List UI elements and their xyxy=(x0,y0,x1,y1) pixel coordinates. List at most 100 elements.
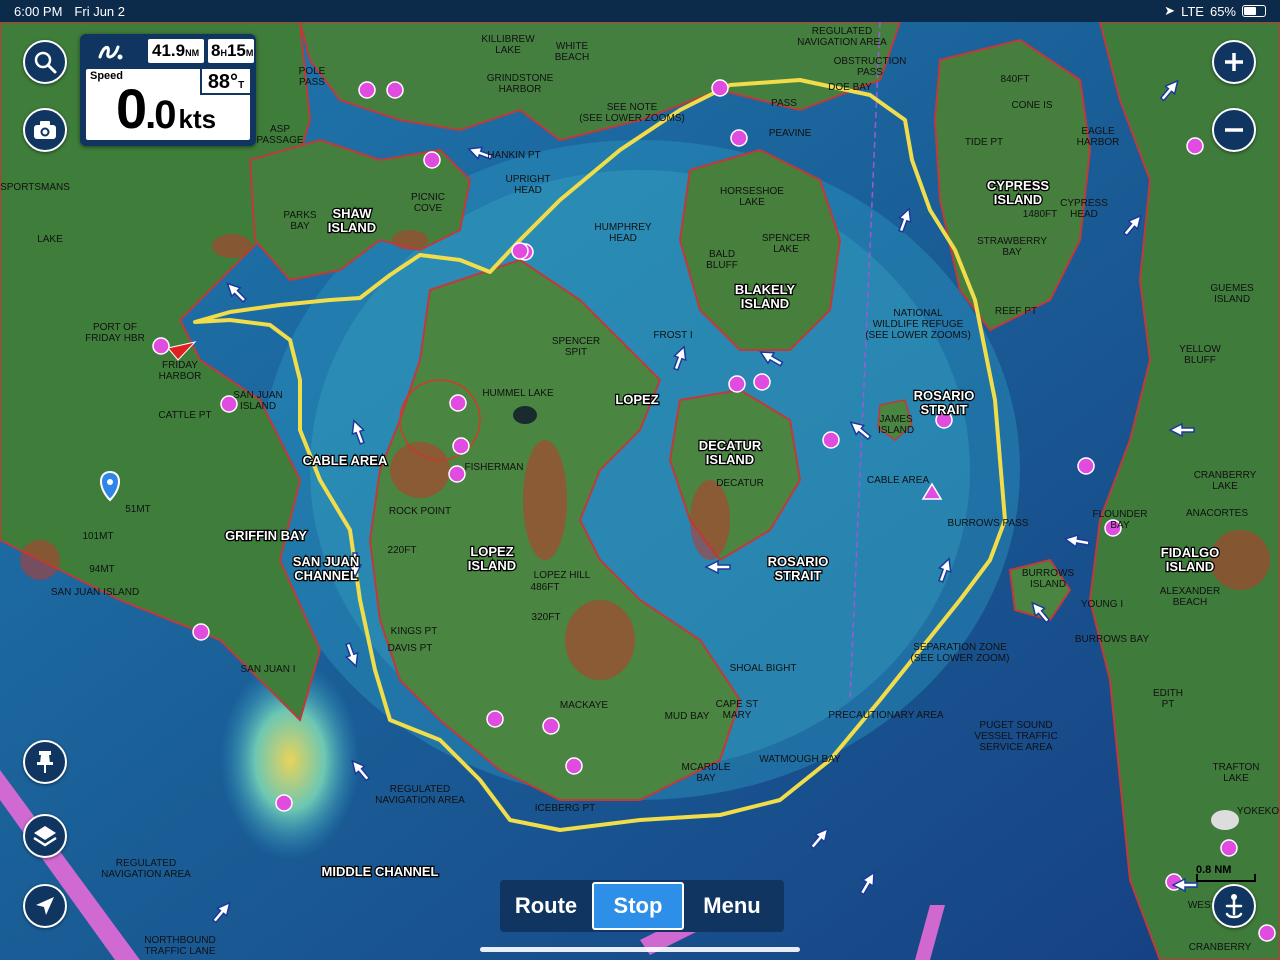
chart-label: REEF PT xyxy=(995,306,1037,317)
battery-percent: 65% xyxy=(1209,3,1236,19)
chart-label: KINGS PT xyxy=(391,626,438,637)
chart-label: SAN JUAN I xyxy=(240,664,295,675)
marina-marker xyxy=(1186,137,1204,155)
distance-unit: NM xyxy=(185,48,200,58)
scale-value: 0.8 xyxy=(1196,864,1212,876)
shoal-patch xyxy=(523,440,567,560)
chart-label: 486FT xyxy=(531,582,560,593)
heading-value: 88° xyxy=(207,71,239,93)
camera-button[interactable] xyxy=(23,108,67,152)
chart-label: FROST I xyxy=(653,330,692,341)
chart-label: PUGET SOUND VESSEL TRAFFIC SERVICE AREA xyxy=(974,720,1057,753)
heading-readout: 88°T xyxy=(200,69,250,95)
hummel-lake xyxy=(513,406,537,424)
chart-label: 101MT xyxy=(82,531,113,542)
chart-label: HANKIN PT xyxy=(487,150,540,161)
chart-label: 320FT xyxy=(532,612,561,623)
chart-label: YOKEKO xyxy=(1237,806,1279,817)
battery-icon xyxy=(1242,5,1266,17)
status-date: Fri Jun 2 xyxy=(74,3,125,19)
speed-box: Speed 0.0 kts 88°T xyxy=(86,69,250,140)
marina-marker xyxy=(542,717,560,735)
anchor-person-icon xyxy=(1225,894,1243,919)
chart-label: SAN JUAN ISLAND xyxy=(51,587,139,598)
speed-unit: kts xyxy=(178,104,217,134)
speed-dec: .0 xyxy=(145,93,176,137)
chart-label: JAMES ISLAND xyxy=(878,414,914,436)
chart-label: TIDE PT xyxy=(965,137,1003,148)
chart-label: PICNIC COVE xyxy=(411,192,445,214)
anchor-person-button[interactable] xyxy=(1212,884,1256,928)
pin-button[interactable] xyxy=(23,740,67,784)
chart-label: SHOAL BIGHT xyxy=(730,663,797,674)
chart-label: 51MT xyxy=(125,504,151,515)
chart-label: 1480FT xyxy=(1023,209,1057,220)
marina-marker xyxy=(192,623,210,641)
marina-marker xyxy=(753,373,771,391)
navionics-logo-icon xyxy=(98,45,123,60)
layers-button[interactable] xyxy=(23,814,67,858)
chart-label: SEPARATION ZONE (SEE LOWER ZOOM) xyxy=(911,642,1010,664)
home-indicator[interactable] xyxy=(480,947,800,952)
chart-label: ANACORTES xyxy=(1186,508,1248,519)
chart-label: DECATUR xyxy=(716,478,764,489)
trafton-lake xyxy=(1211,810,1239,830)
zoom-out-icon xyxy=(1225,128,1243,132)
distance-readout: 41.9NM xyxy=(148,39,204,63)
speed-int: 0 xyxy=(116,77,147,140)
chart-label: DAVIS PT xyxy=(388,643,433,654)
marina-marker xyxy=(1220,839,1238,857)
menu-button[interactable]: Menu xyxy=(684,883,780,929)
marina-marker xyxy=(452,437,470,455)
stop-button[interactable]: Stop xyxy=(592,882,684,930)
chart-label: PEAVINE xyxy=(769,128,812,139)
place-label: ROSARIO STRAIT xyxy=(768,554,829,583)
chart-label: ICEBERG PT xyxy=(535,803,596,814)
locate-arrow-icon xyxy=(36,897,54,915)
place-label: SAN JUAN CHANNEL xyxy=(293,554,359,583)
chart-label: MACKAYE xyxy=(560,700,608,711)
chart-label: LAKE xyxy=(37,234,63,245)
place-label: FIDALGO ISLAND xyxy=(1161,545,1220,574)
navigation-panel[interactable]: 41.9NM 8H15M Speed 0.0 kts 88°T xyxy=(80,34,256,146)
chart-label: YELLOW BLUFF xyxy=(1179,344,1221,366)
place-label: CABLE AREA xyxy=(303,453,388,468)
zoom-in-button[interactable] xyxy=(1212,40,1256,84)
chart-label: WHITE BEACH xyxy=(555,41,589,63)
shoal-patch xyxy=(20,540,60,580)
chart-label: BURROWS BAY xyxy=(1075,634,1150,645)
place-label: BLAKELY ISLAND xyxy=(735,282,796,311)
marina-marker xyxy=(448,465,466,483)
shoal-patch xyxy=(565,600,635,680)
place-label: ROSARIO STRAIT xyxy=(914,388,975,417)
chart-label: BURROWS PASS xyxy=(948,518,1029,529)
marina-marker xyxy=(386,81,404,99)
route-button[interactable]: Route xyxy=(500,883,592,929)
chart-label: HUMMEL LAKE xyxy=(482,388,554,399)
chart-label: WATMOUGH BAY xyxy=(759,754,841,765)
zoom-out-button[interactable] xyxy=(1212,108,1256,152)
location-arrow-icon: ➤ xyxy=(1164,3,1176,18)
place-label: MIDDLE CHANNEL xyxy=(322,864,439,879)
network-type: LTE xyxy=(1181,3,1204,19)
place-label: LOPEZ ISLAND xyxy=(468,544,516,573)
marina-marker xyxy=(728,375,746,393)
marina-marker xyxy=(511,242,529,260)
chart-label: PRECAUTIONARY AREA xyxy=(828,710,944,721)
locate-button[interactable] xyxy=(23,884,67,928)
eta-minutes: 15 xyxy=(226,41,246,60)
chart-label: 840FT xyxy=(1001,74,1030,85)
distance-value: 41.9 xyxy=(152,41,186,60)
chart-label: YOUNG I xyxy=(1081,599,1123,610)
marina-marker xyxy=(730,129,748,147)
place-label: GRIFFIN BAY xyxy=(225,528,307,543)
marina-marker xyxy=(711,79,729,97)
marina-marker xyxy=(152,337,170,355)
search-button[interactable] xyxy=(23,40,67,84)
chart-label: PORT OF FRIDAY HBR xyxy=(85,322,145,344)
route-toolbar: Route Stop Menu xyxy=(500,880,784,932)
marina-marker xyxy=(449,394,467,412)
shoal-patch xyxy=(392,230,428,250)
camera-icon xyxy=(34,121,56,139)
heading-ref: T xyxy=(238,80,245,91)
